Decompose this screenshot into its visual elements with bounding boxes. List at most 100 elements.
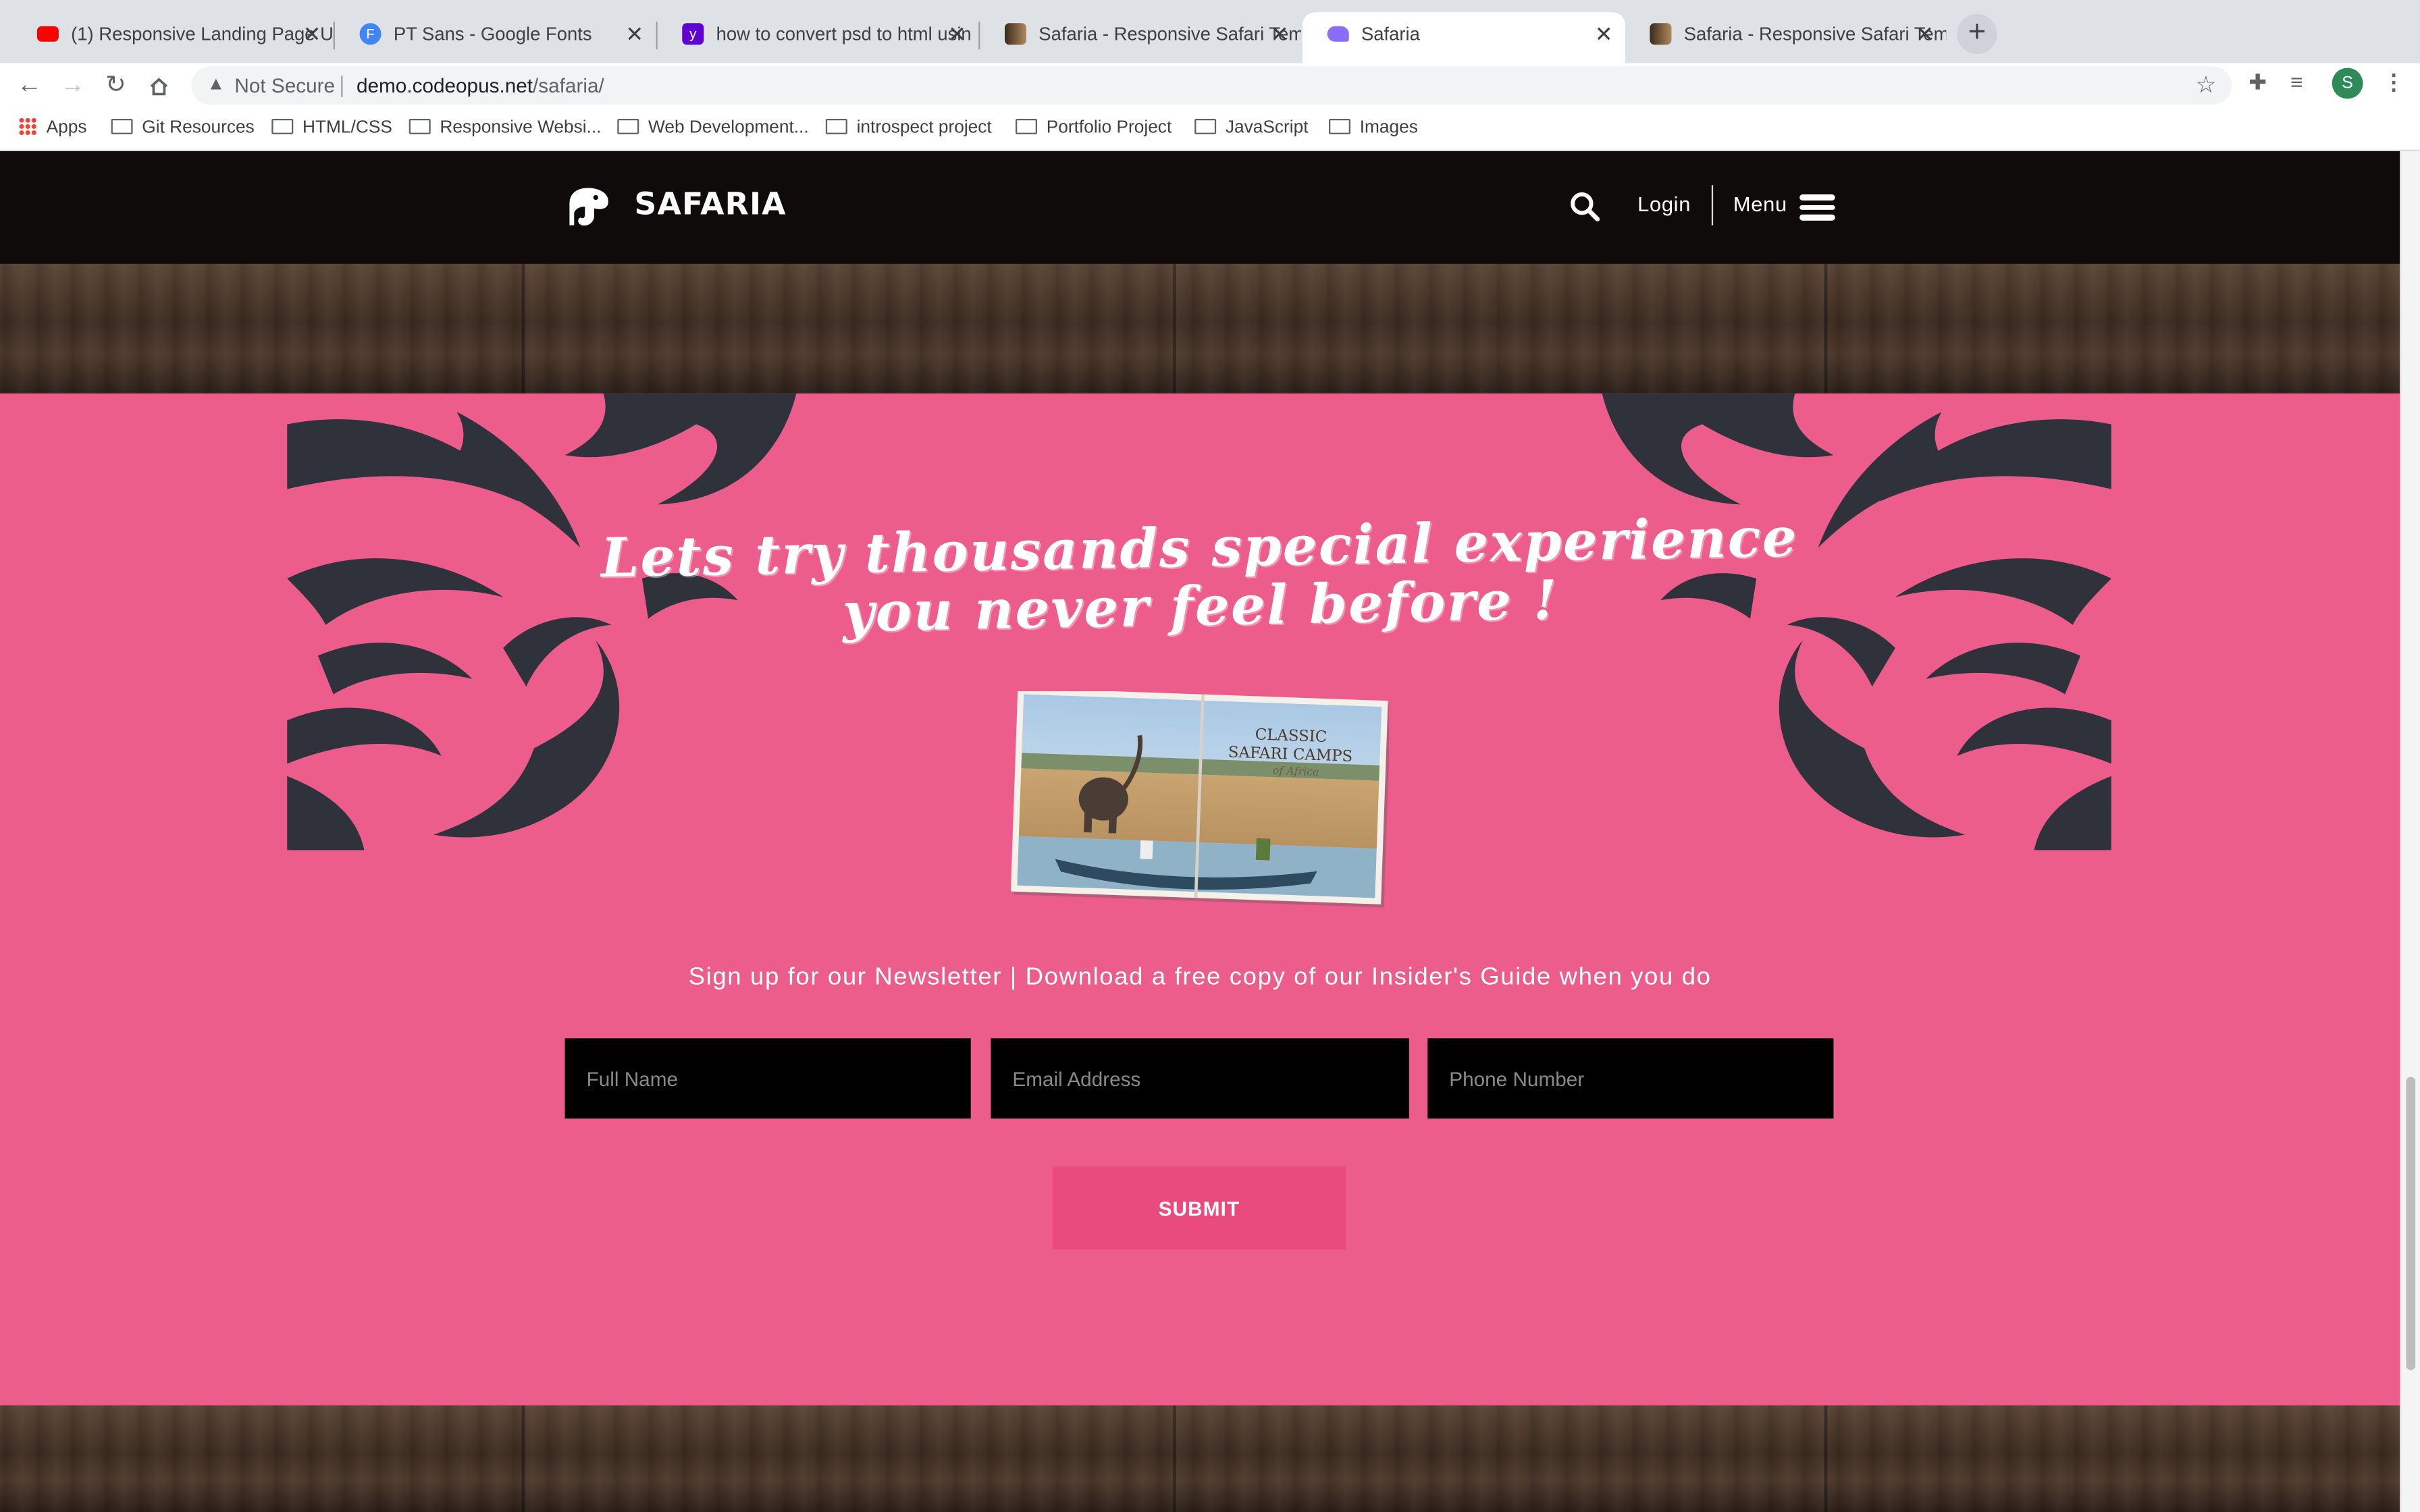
- menu-link[interactable]: Menu: [1733, 193, 1787, 216]
- bookmark-folder[interactable]: Images: [1329, 115, 1418, 140]
- url-host: demo.codeopus.net: [357, 74, 533, 97]
- bookmark-label: Git Resources: [142, 119, 255, 138]
- omnibox-divider: [341, 76, 343, 97]
- phone-field[interactable]: [1427, 1038, 1834, 1119]
- submit-button[interactable]: SUBMIT: [1052, 1166, 1346, 1250]
- tab-title: how to convert psd to html usin: [716, 23, 972, 45]
- close-tab-icon[interactable]: ✕: [303, 12, 321, 55]
- bookmark-label: Web Development...: [648, 119, 809, 138]
- safari-guide-book-image: CLASSIC SAFARI CAMPS of Africa: [1011, 691, 1390, 908]
- arrow-left-icon: ←: [17, 72, 42, 99]
- bookmark-label: Apps: [46, 119, 87, 138]
- forward-button[interactable]: →: [55, 70, 89, 103]
- bookmark-label: Images: [1359, 119, 1418, 138]
- tab-youtube[interactable]: (1) Responsive Landing Page U ✕: [12, 12, 334, 63]
- folder-icon: [1329, 119, 1351, 134]
- bookmark-label: Responsive Websi...: [440, 119, 602, 138]
- brand-name[interactable]: SAFARIA: [634, 185, 786, 222]
- login-link[interactable]: Login: [1637, 193, 1691, 216]
- browser-window: (1) Responsive Landing Page U ✕ F PT San…: [0, 0, 2420, 1512]
- bookmark-folder[interactable]: HTML/CSS: [271, 115, 392, 140]
- tab-safaria-template-1[interactable]: Safaria - Responsive Safari Tem ✕: [980, 12, 1301, 63]
- bookmark-folder[interactable]: Web Development...: [617, 115, 809, 140]
- close-tab-icon[interactable]: ✕: [948, 12, 966, 55]
- hamburger-menu-icon[interactable]: [1799, 194, 1835, 220]
- folder-icon: [271, 119, 294, 134]
- safaria-icon: [1327, 26, 1349, 42]
- security-label: Not Secure: [234, 74, 336, 97]
- bookmarks-bar: Apps Git Resources HTML/CSS Responsive W…: [0, 109, 2420, 152]
- page-scrollbar[interactable]: [2400, 151, 2420, 1512]
- tab-strip: (1) Responsive Landing Page U ✕ F PT San…: [0, 0, 2420, 63]
- book-title-line-1: CLASSIC: [1255, 726, 1327, 746]
- arrow-right-icon: →: [60, 72, 85, 99]
- safari-thumbnail-icon: [1005, 23, 1027, 45]
- address-bar[interactable]: ▲ Not Secure demo.codeopus.net/safaria/ …: [191, 66, 2232, 105]
- url-path: /safaria/: [533, 74, 604, 97]
- close-tab-icon[interactable]: ✕: [625, 12, 643, 55]
- full-name-input[interactable]: [586, 1038, 971, 1119]
- site-header: SAFARIA Login Menu: [0, 151, 2400, 264]
- folder-icon: [409, 119, 431, 134]
- bookmark-star-icon[interactable]: ☆: [2196, 71, 2217, 99]
- profile-avatar[interactable]: S: [2332, 68, 2363, 99]
- plus-icon: +: [1968, 15, 1987, 50]
- phone-input[interactable]: [1449, 1038, 1834, 1119]
- folder-icon: [617, 119, 639, 134]
- apps-grid-icon: [18, 117, 37, 136]
- tab-title: PT Sans - Google Fonts: [393, 23, 592, 45]
- tab-title: Safaria: [1361, 23, 1420, 45]
- bookmark-apps[interactable]: Apps: [18, 115, 87, 140]
- new-tab-button[interactable]: +: [1957, 14, 1997, 54]
- warning-icon: ▲: [207, 72, 226, 94]
- newsletter-text: Sign up for our Newsletter | Download a …: [688, 964, 1712, 991]
- web-page-viewport: SAFARIA Login Menu Lets try thousands sp…: [0, 151, 2400, 1512]
- bookmark-label: Portfolio Project: [1046, 119, 1172, 138]
- tab-title: (1) Responsive Landing Page U: [71, 23, 334, 45]
- tab-google-fonts[interactable]: F PT Sans - Google Fonts ✕: [335, 12, 656, 63]
- tab-safaria-template-2[interactable]: Safaria - Responsive Safari Tem ✕: [1625, 12, 1946, 63]
- bookmark-folder[interactable]: JavaScript: [1194, 115, 1309, 140]
- close-tab-icon[interactable]: ✕: [1271, 12, 1289, 55]
- elephant-logo-icon[interactable]: [565, 185, 612, 228]
- tab-title: Safaria - Responsive Safari Tem: [1038, 23, 1301, 45]
- media-control-icon[interactable]: ≡: [2290, 70, 2303, 94]
- close-tab-icon[interactable]: ✕: [1916, 12, 1934, 55]
- search-icon[interactable]: [1570, 191, 1601, 222]
- url-text: demo.codeopus.net/safaria/: [357, 74, 604, 97]
- header-divider: [1711, 185, 1714, 225]
- wood-texture-band-bottom: [0, 1405, 2400, 1512]
- bookmark-label: introspect project: [856, 119, 992, 138]
- bookmark-folder[interactable]: introspect project: [825, 115, 992, 140]
- email-field[interactable]: [991, 1038, 1409, 1119]
- home-button[interactable]: [142, 70, 176, 103]
- folder-icon: [1016, 119, 1038, 134]
- tab-title: Safaria - Responsive Safari Tem: [1683, 23, 1947, 45]
- folder-icon: [825, 119, 847, 134]
- kebab-menu-icon[interactable]: ⋮: [2383, 70, 2404, 96]
- browser-toolbar: ← → ↻ ▲ Not Secure demo.codeopus.net/saf…: [0, 63, 2420, 110]
- bookmark-folder[interactable]: Portfolio Project: [1016, 115, 1172, 140]
- wood-texture-band-top: [0, 263, 2400, 394]
- folder-icon: [1194, 119, 1217, 134]
- bookmark-folder[interactable]: Responsive Websi...: [409, 115, 602, 140]
- close-tab-icon[interactable]: ✕: [1595, 12, 1613, 55]
- safari-thumbnail-icon: [1650, 23, 1672, 45]
- bookmark-label: JavaScript: [1225, 119, 1309, 138]
- reload-button[interactable]: ↻: [99, 70, 132, 103]
- bookmark-folder[interactable]: Git Resources: [111, 115, 255, 140]
- tab-safaria-active[interactable]: Safaria ✕: [1303, 12, 1625, 63]
- reload-icon: ↻: [105, 72, 126, 99]
- back-button[interactable]: ←: [12, 70, 46, 103]
- scrollbar-thumb[interactable]: [2406, 1077, 2416, 1370]
- folder-icon: [111, 119, 133, 134]
- google-fonts-icon: F: [359, 23, 382, 45]
- full-name-field[interactable]: [564, 1038, 971, 1119]
- home-icon: [150, 78, 168, 96]
- yahoo-icon: y: [682, 23, 704, 45]
- email-input[interactable]: [1012, 1038, 1409, 1119]
- tab-yahoo[interactable]: y how to convert psd to html usin ✕: [658, 12, 978, 63]
- extensions-puzzle-icon[interactable]: ✚: [2248, 70, 2267, 96]
- youtube-icon: [36, 26, 59, 42]
- bookmark-label: HTML/CSS: [302, 119, 392, 138]
